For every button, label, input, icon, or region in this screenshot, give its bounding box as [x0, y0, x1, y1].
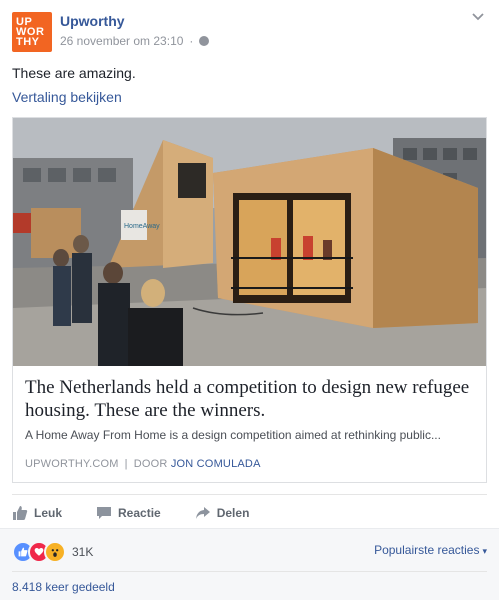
comment-label: Reactie: [118, 506, 161, 520]
post-message: These are amazing.: [12, 65, 136, 81]
post-meta: 26 november om 23:10 ·: [60, 34, 210, 48]
page-name-link[interactable]: Upworthy: [60, 13, 125, 29]
logo-text-line3: THY: [16, 36, 40, 48]
share-arrow-icon: [195, 507, 210, 519]
see-translation-link[interactable]: Vertaling bekijken: [12, 89, 122, 105]
post-timestamp[interactable]: 26 november om 23:10: [60, 34, 183, 48]
share-button[interactable]: Delen: [195, 505, 250, 521]
like-label: Leuk: [34, 506, 63, 520]
divider: [12, 494, 487, 495]
byline-prefix: DOOR: [133, 458, 168, 470]
sort-comments-dropdown[interactable]: Populairste reacties: [374, 543, 487, 557]
share-count-link[interactable]: 8.418 keer gedeeld: [12, 580, 115, 594]
comment-button[interactable]: Reactie: [96, 505, 161, 521]
reaction-summary[interactable]: 31K: [12, 541, 93, 563]
link-source: UPWORTHY.COM | DOOR JON COMULADA: [25, 458, 261, 470]
reaction-count[interactable]: 31K: [72, 545, 93, 559]
link-title[interactable]: The Netherlands held a competition to de…: [25, 376, 475, 422]
page-avatar[interactable]: UP WOR THY: [12, 12, 52, 52]
chevron-down-icon[interactable]: [471, 12, 485, 22]
wow-reaction-icon: [44, 541, 66, 563]
byline-author-link[interactable]: JON COMULADA: [171, 458, 261, 470]
facebook-post: UP WOR THY Upworthy 26 november om 23:10…: [0, 0, 499, 600]
tiny-houses-photo: HomeAway: [13, 118, 486, 366]
post-actions: Leuk Reactie Delen: [12, 500, 487, 526]
divider: [12, 571, 487, 572]
share-label: Delen: [216, 506, 250, 520]
comment-icon: [97, 507, 112, 519]
link-preview-card[interactable]: HomeAway The Netherlands held a competit…: [12, 117, 487, 483]
link-description: A Home Away From Home is a design compet…: [25, 428, 441, 442]
source-domain: UPWORTHY.COM: [25, 458, 119, 470]
thumbs-up-icon: [13, 506, 28, 520]
like-button[interactable]: Leuk: [12, 505, 62, 521]
link-preview-image[interactable]: HomeAway: [13, 118, 486, 366]
post-footer: 31K Populairste reacties 8.418 keer gede…: [0, 528, 499, 600]
house-sign-text: HomeAway: [124, 223, 160, 230]
globe-icon: [199, 36, 210, 46]
